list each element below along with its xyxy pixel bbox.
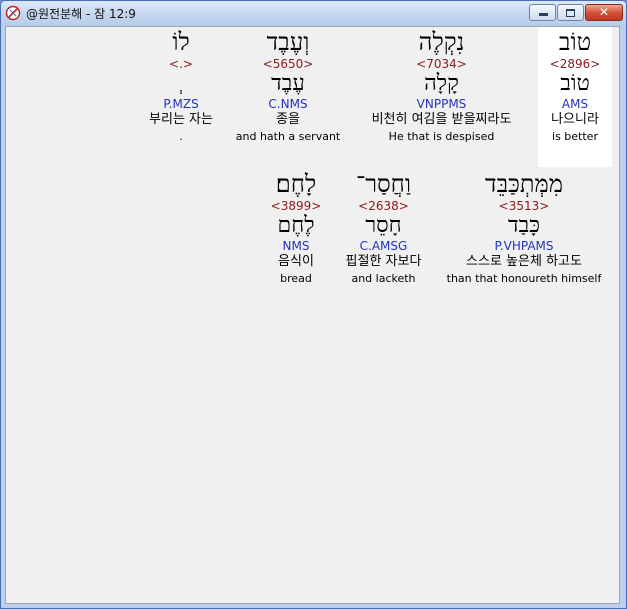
hebrew-word: מִמְּתְכַּבֵּד [485, 170, 563, 198]
word-cell[interactable]: מִמְּתְכַּבֵּד <3513> כָּבַד P.VHPAMS 스스… [439, 169, 609, 309]
maximize-icon [566, 9, 575, 17]
korean-gloss: 스스로 높은체 하고도 [466, 254, 582, 269]
word-cell[interactable]: לוֹ <.> ְ P.MZS 부리는 자는 . [139, 27, 223, 167]
english-gloss: . [179, 130, 183, 143]
word-cell[interactable]: טוֹב <2896> טוֹב AMS 나으니라 is better [538, 27, 612, 167]
word-cell[interactable]: נִקְלֶה <7034> קָלָה VNPPMS 비천히 여김을 받을찌라… [349, 27, 534, 167]
korean-gloss: 핍절한 자보다 [345, 254, 422, 269]
english-gloss: than that honoureth himself [446, 272, 602, 285]
korean-gloss: 나으니라 [551, 112, 599, 127]
korean-gloss: 비천히 여김을 받을찌라도 [371, 112, 512, 127]
morph-code: VNPPMS [416, 97, 467, 111]
hebrew-word: טוֹב [558, 28, 592, 56]
morph-code: NMS [282, 239, 310, 253]
word-cell[interactable]: לָחֶם׃ <3899> לֶחֶם NMS 음식이 bread [256, 169, 336, 309]
hebrew-word: וַחֲסַר־ [356, 170, 411, 198]
english-gloss: and hath a servant [235, 130, 341, 143]
strong-number[interactable]: <.> [139, 57, 223, 71]
close-button[interactable]: ✕ [585, 4, 623, 21]
word-cell[interactable]: וַחֲסַר־ <2638> חָסֵר C.AMSG 핍절한 자보다 and… [336, 169, 431, 309]
window-title: @원전분해 - 잠 12:9 [26, 7, 136, 21]
korean-gloss: 음식이 [278, 254, 314, 269]
english-gloss: He that is despised [388, 130, 495, 143]
strong-number[interactable]: <3513> [439, 199, 609, 213]
korean-gloss: 부리는 자는 [149, 112, 213, 127]
morph-code: P.VHPAMS [494, 239, 554, 253]
word-cell[interactable]: וְעֶבֶד <5650> עֶבֶד C.NMS 종을 and hath a… [233, 27, 343, 167]
english-gloss: bread [280, 272, 312, 285]
hebrew-lemma: טוֹב [560, 71, 590, 96]
strong-number[interactable]: <7034> [349, 57, 534, 71]
app-window: @원전분해 - 잠 12:9 ✕ טוֹב <2896> טוֹב AMS 나으… [0, 0, 627, 609]
maximize-button[interactable] [557, 4, 584, 21]
strong-number[interactable]: <3899> [256, 199, 336, 213]
minimize-button[interactable] [529, 4, 556, 21]
strong-number[interactable]: <2638> [336, 199, 431, 213]
hebrew-word: לָחֶם׃ [275, 170, 317, 198]
korean-gloss: 종을 [276, 112, 300, 127]
hebrew-lemma: לֶחֶם [277, 213, 315, 238]
strong-number[interactable]: <2896> [538, 57, 612, 71]
hebrew-lemma: כָּבַד [508, 213, 540, 238]
hebrew-word: לוֹ [172, 28, 190, 56]
english-gloss: is better [552, 130, 598, 143]
app-icon [5, 5, 21, 21]
morph-code: C.AMSG [359, 239, 408, 253]
morph-code: AMS [561, 97, 589, 111]
strong-number[interactable]: <5650> [233, 57, 343, 71]
hebrew-lemma: ְ [139, 71, 223, 97]
hebrew-lemma: חָסֵר [365, 213, 402, 238]
title-bar[interactable]: @원전분해 - 잠 12:9 ✕ [1, 1, 626, 26]
minimize-icon [539, 13, 548, 16]
english-gloss: and lacketh [351, 272, 416, 285]
hebrew-word: נִקְלֶה [418, 28, 465, 56]
morph-code: C.NMS [268, 97, 308, 111]
hebrew-lemma: עֶבֶד [271, 71, 305, 96]
morph-code: P.MZS [163, 97, 199, 111]
hebrew-word: וְעֶבֶד [266, 28, 310, 56]
interlinear-panel[interactable]: טוֹב <2896> טוֹב AMS 나으니라 is better נִקְ… [5, 26, 620, 604]
close-icon: ✕ [598, 5, 610, 19]
hebrew-lemma: קָלָה [424, 71, 459, 96]
